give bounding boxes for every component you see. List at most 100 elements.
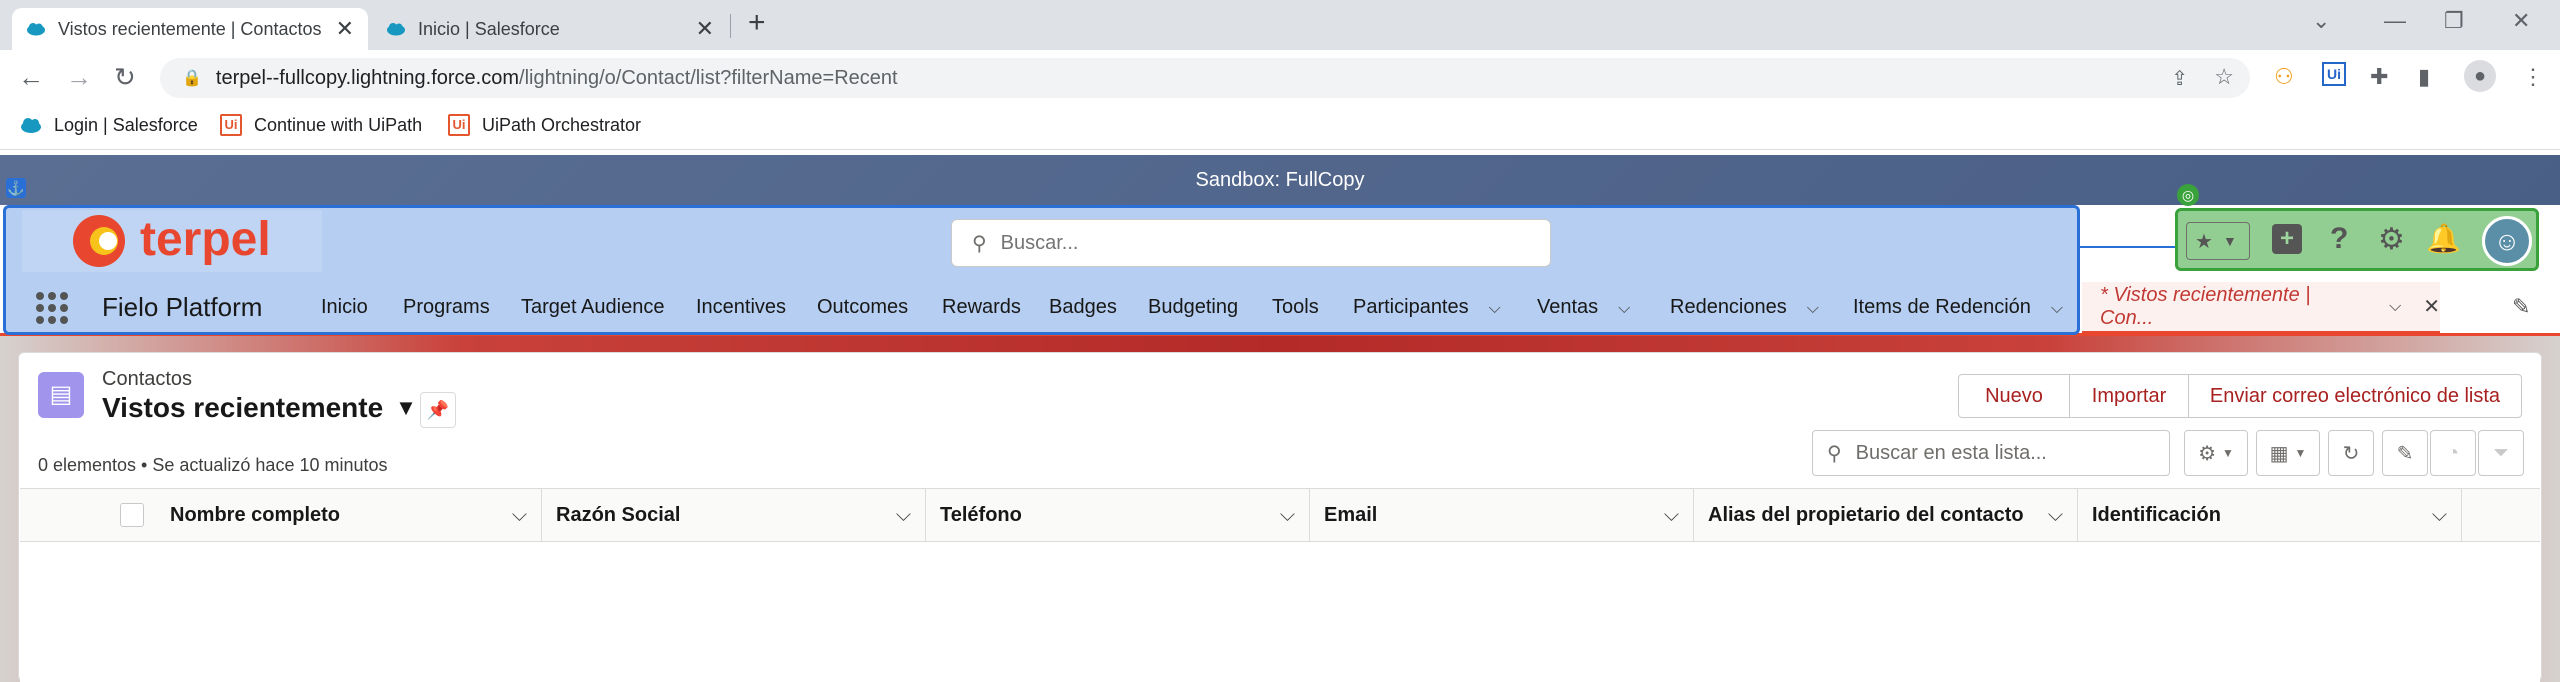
chevron-down-icon[interactable]: ⌵	[1664, 504, 1679, 527]
extension-person-icon[interactable]: ⚇	[2274, 64, 2294, 90]
edit-list-button[interactable]: ✎	[2382, 430, 2428, 476]
restore-icon[interactable]: ❐	[2444, 8, 2464, 34]
salesforce-cloud-icon	[27, 23, 45, 36]
user-avatar[interactable]: ☺	[2482, 216, 2532, 266]
chevron-down-icon[interactable]: ⌵	[1807, 300, 1819, 317]
bookmarks-bar: Login | Salesforce Ui Continue with UiPa…	[0, 106, 2560, 150]
column-header-nombre[interactable]: Nombre completo ⌵	[156, 488, 542, 542]
pin-list-icon[interactable]: 📌	[420, 392, 456, 428]
bookmark-continue-uipath[interactable]: Ui Continue with UiPath	[220, 114, 422, 136]
nav-item-redenciones[interactable]: Redenciones ⌵	[1670, 296, 1819, 319]
app-launcher-icon[interactable]	[36, 292, 68, 324]
list-search-input[interactable]: ⚲ Buscar en esta lista...	[1812, 430, 2170, 476]
nav-item-outcomes[interactable]: Outcomes	[817, 296, 908, 319]
select-all-checkbox[interactable]	[120, 503, 144, 527]
uipath-extension-icon[interactable]: Ui	[2322, 62, 2346, 86]
browser-tab-inicio[interactable]: Inicio | Salesforce ✕	[372, 8, 728, 50]
pie-chart-icon: ◔	[2446, 441, 2460, 464]
chevron-down-icon[interactable]: ⌵	[2051, 300, 2063, 317]
chevron-down-icon[interactable]: ⌵	[1489, 300, 1501, 317]
column-header-identificacion[interactable]: Identificación ⌵	[2078, 488, 2462, 542]
reload-icon[interactable]: ↻	[114, 62, 136, 93]
chevron-down-icon[interactable]: ⌵	[896, 504, 911, 527]
chevron-down-icon[interactable]: ⌵	[1618, 300, 1630, 317]
search-icon: ⚲	[1827, 442, 1842, 465]
nav-item-label: Redenciones	[1670, 296, 1787, 318]
list-status: 0 elementos • Se actualizó hace 10 minut…	[38, 455, 388, 475]
object-label: Contactos	[102, 368, 193, 390]
terpel-logo[interactable]: terpel	[22, 210, 322, 272]
refresh-icon: ↻	[2342, 442, 2360, 465]
nav-item-label: Participantes	[1353, 296, 1469, 318]
lock-icon: 🔒	[182, 70, 202, 87]
extensions-puzzle-icon[interactable]: ✚	[2370, 64, 2388, 90]
nav-item-incentives[interactable]: Incentives	[696, 296, 786, 319]
edit-nav-pencil-icon[interactable]: ✎	[2512, 294, 2530, 320]
list-settings-button[interactable]: ⚙ ▼	[2184, 430, 2248, 476]
display-as-button[interactable]: ▦ ▼	[2256, 430, 2320, 476]
address-bar[interactable]: 🔒 terpel--fullcopy.lightning.force.com /…	[160, 58, 2250, 98]
list-search-placeholder: Buscar en esta lista...	[1855, 441, 2047, 464]
chevron-down-icon[interactable]: ⌵	[2389, 298, 2401, 316]
workspace-tab-active[interactable]: * Vistos recientemente | Con... ⌵ ✕	[2082, 282, 2440, 334]
favorites-button[interactable]: ★ ▼	[2186, 222, 2250, 260]
browser-menu-icon[interactable]: ⋮	[2522, 64, 2544, 90]
tab-search-chevron-icon[interactable]: ⌄	[2312, 8, 2330, 34]
global-search-input[interactable]: ⚲ Buscar...	[951, 219, 1551, 267]
bookmark-uipath-orchestrator[interactable]: Ui UiPath Orchestrator	[448, 114, 641, 136]
help-icon[interactable]: ?	[2330, 222, 2348, 256]
bookmark-login-salesforce[interactable]: Login | Salesforce	[20, 114, 198, 136]
chevron-down-icon[interactable]: ⌵	[2432, 504, 2447, 527]
bookmark-label: Continue with UiPath	[254, 114, 423, 135]
nav-item-programs[interactable]: Programs	[403, 296, 490, 319]
nav-item-tools[interactable]: Tools	[1272, 296, 1319, 319]
uipath-icon: Ui	[448, 114, 470, 136]
filter-button[interactable]: ⏷	[2478, 430, 2524, 476]
bookmark-star-icon[interactable]: ☆	[2214, 64, 2234, 90]
nav-item-rewards[interactable]: Rewards	[942, 296, 1021, 319]
minimize-icon[interactable]: —	[2384, 8, 2406, 34]
column-header-alias-propietario[interactable]: Alias del propietario del contacto ⌵	[1694, 488, 2078, 542]
close-tab-icon[interactable]: ✕	[696, 16, 714, 42]
chevron-down-icon[interactable]: ⌵	[2048, 504, 2063, 527]
pencil-icon: ✎	[2396, 442, 2414, 465]
chevron-down-icon[interactable]: ⌵	[512, 504, 527, 527]
nav-item-ventas[interactable]: Ventas ⌵	[1537, 296, 1630, 319]
import-button[interactable]: Importar	[2069, 374, 2189, 418]
profile-avatar-icon[interactable]: ●	[2464, 60, 2496, 92]
charts-button[interactable]: ◔	[2430, 430, 2476, 476]
column-header-telefono[interactable]: Teléfono ⌵	[926, 488, 1310, 542]
setup-gear-icon[interactable]: ⚙	[2378, 222, 2405, 257]
share-icon[interactable]: ⇪	[2171, 66, 2188, 91]
nav-item-badges[interactable]: Badges	[1049, 296, 1117, 319]
close-window-icon[interactable]: ✕	[2512, 8, 2530, 34]
nav-item-participantes[interactable]: Participantes ⌵	[1353, 296, 1501, 319]
column-header-email[interactable]: Email ⌵	[1310, 488, 1694, 542]
list-view-selector[interactable]: Vistos recientemente ▼	[102, 392, 417, 424]
refresh-button[interactable]: ↻	[2328, 430, 2374, 476]
workspace-tab-label: * Vistos recientemente | Con...	[2100, 283, 2311, 329]
forward-icon[interactable]: →	[66, 62, 92, 93]
nav-item-budgeting[interactable]: Budgeting	[1148, 296, 1238, 319]
bookmark-label: Login | Salesforce	[54, 114, 198, 135]
nav-item-target-audience[interactable]: Target Audience	[521, 296, 664, 319]
send-list-email-button[interactable]: Enviar correo electrónico de lista	[2188, 374, 2522, 418]
nav-item-inicio[interactable]: Inicio	[321, 296, 368, 319]
side-panel-icon[interactable]: ▮	[2418, 64, 2430, 90]
salesforce-cloud-icon	[387, 23, 405, 36]
new-button[interactable]: Nuevo	[1958, 374, 2070, 418]
back-icon[interactable]: ←	[18, 62, 44, 93]
close-tab-icon[interactable]: ✕	[2423, 294, 2440, 319]
nav-item-items-de-redencion[interactable]: Items de Redención ⌵	[1853, 296, 2063, 319]
close-tab-icon[interactable]: ✕	[336, 16, 354, 42]
logo-text: terpel	[140, 213, 271, 266]
browser-tab-contactos[interactable]: Vistos recientemente | Contactos ✕	[12, 8, 368, 50]
browser-toolbar: ← → ↻ 🔒 terpel--fullcopy.lightning.force…	[0, 50, 2560, 106]
notifications-bell-icon[interactable]: 🔔	[2426, 222, 2461, 255]
column-header-razon-social[interactable]: Razón Social ⌵	[542, 488, 926, 542]
contact-object-icon: ▤	[38, 372, 84, 418]
caret-down-icon: ▼	[395, 395, 417, 420]
new-tab-icon[interactable]: +	[748, 6, 766, 40]
global-actions-add-icon[interactable]: +	[2272, 224, 2302, 254]
chevron-down-icon[interactable]: ⌵	[1280, 504, 1295, 527]
